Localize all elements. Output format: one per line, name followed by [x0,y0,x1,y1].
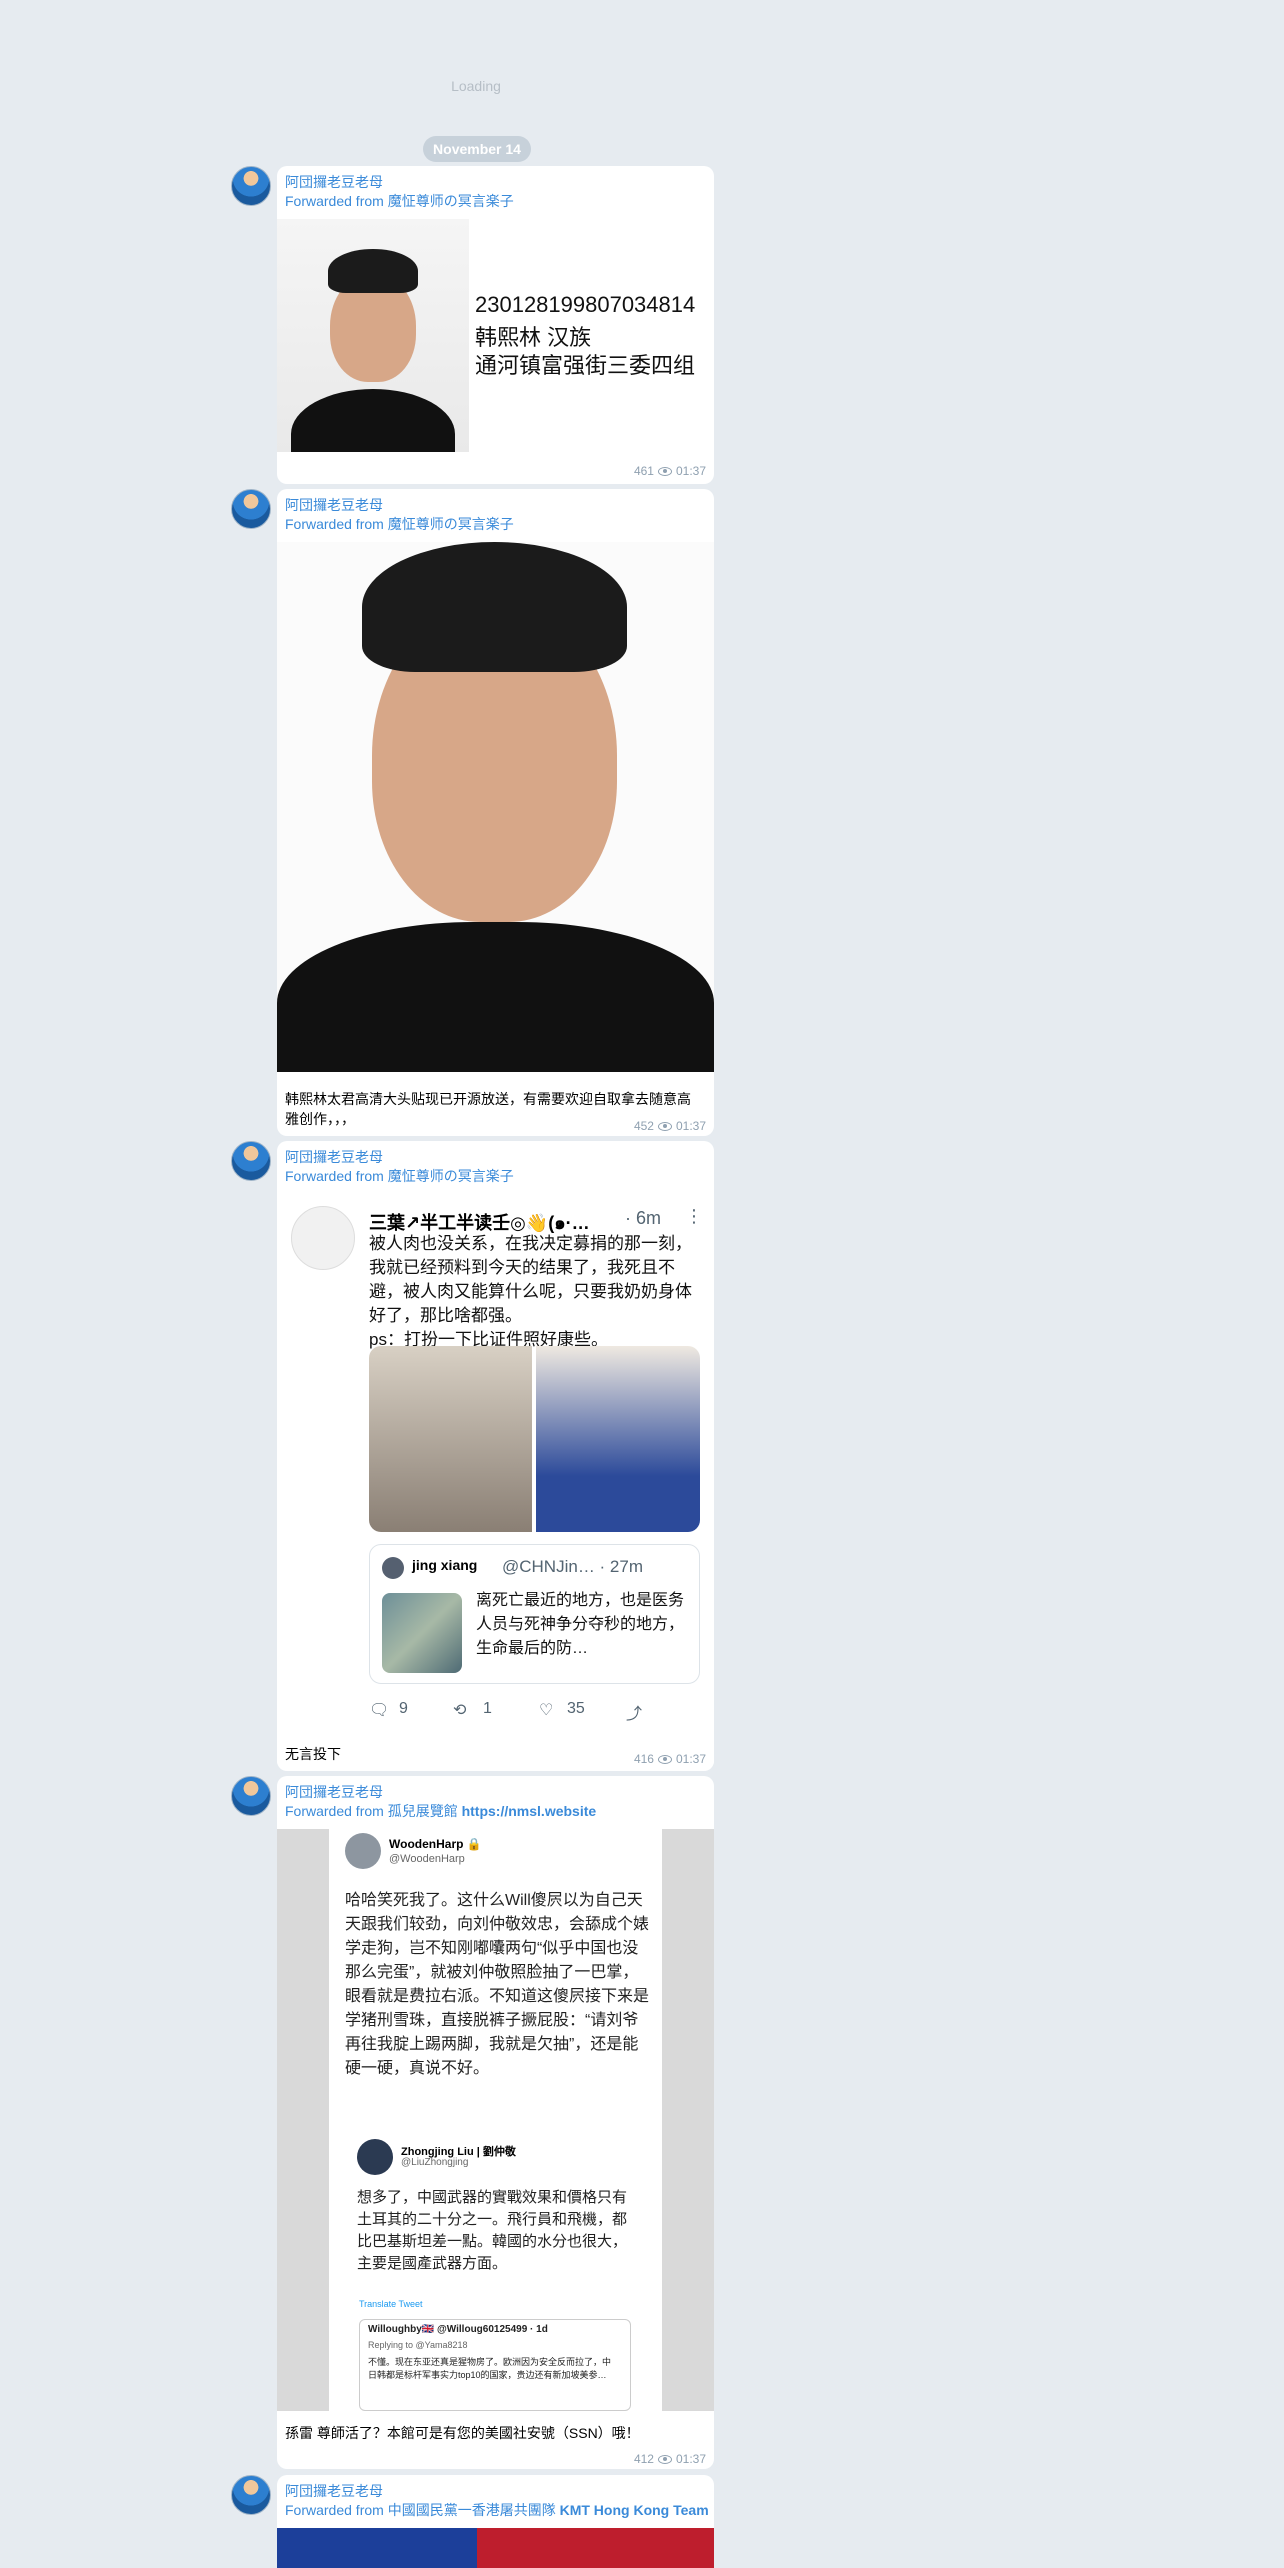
retweet-count: 1 [483,1700,492,1717]
forwarded-from: Forwarded from 魔怔尊师の冥言楽子 [285,514,514,534]
forwarded-label: Forwarded from [285,1803,388,1819]
screenshot-avatar [345,1833,381,1869]
tweet-image-right [536,1346,700,1532]
view-count: 452 [633,1119,654,1133]
tweet-text: 被人肉也没关系，在我决定募捐的那一刻，我就已经预料到今天的结果了，我死且不避，被… [369,1232,699,1352]
id-photo[interactable] [277,219,469,452]
message-time: 01:37 [675,464,706,478]
tweet-screenshot[interactable]: 三葉↗半工半读壬◎👋(๑·… · 6m ⋮ 被人肉也没关系，在我决定募捐的那一刻… [277,1194,714,1764]
quoted-tweet: jing xiang @CHNJin… · 27m 离死亡最近的地方，也是医务人… [369,1544,700,1684]
quote-thumbnail [382,1593,462,1673]
message-time: 01:37 [675,1119,706,1133]
forwarded-source-link[interactable]: 孤兒展覽館 [388,1803,458,1819]
tweet-time: · 6m [625,1208,661,1228]
forwarded-label: Forwarded from [285,193,388,209]
tweet-image-left [369,1346,532,1532]
forwarded-from: Forwarded from 魔怔尊师の冥言楽子 [285,1166,514,1186]
retweet-icon: ⟲ [453,1702,467,1719]
sender-name[interactable]: 阿団攞老豆老母 [285,495,383,515]
tweet-body: 被人肉也没关系，在我决定募捐的那一刻，我就已经预料到今天的结果了，我死且不避，被… [369,1234,692,1325]
sender-avatar[interactable] [231,166,271,206]
eye-icon [657,467,672,477]
message-bubble: 阿団攞老豆老母 Forwarded from 中國國民黨一香港屠共團隊 KMT … [277,2475,714,2568]
screenshot-handle: @WoodenHarp [389,1853,465,1865]
like-count: 35 [567,1700,585,1717]
sender-avatar[interactable] [231,489,271,529]
quote-avatar [382,1557,404,1579]
view-count: 461 [633,464,654,478]
eye-icon [657,2455,672,2465]
forwarded-from: Forwarded from 中國國民黨一香港屠共團隊 KMT Hong Kon… [285,2500,709,2520]
reply-count: 9 [399,1700,408,1717]
sender-name[interactable]: 阿団攞老豆老母 [285,1782,383,1802]
eye-icon [657,1755,672,1765]
date-separator: November 14 [423,136,531,162]
reply-text: 不懂。现在东亚还真是猩物房了。欧洲因为安全反而拉了，中日韩都是标杆军事实力top… [368,2357,612,2380]
forwarded-source-link[interactable]: 魔怔尊师の冥言楽子 [388,193,514,209]
screenshot-text: 哈哈笑死我了。这什么Will傻屄以为自己天天跟我们较劲，向刘仲敬效忠，会舔成个婊… [345,1892,650,2077]
message-time: 01:37 [675,1752,706,1766]
screenshot-handle: @LiuZhongjing [401,2157,469,2168]
forwarded-from: Forwarded from 魔怔尊师の冥言楽子 [285,191,514,211]
photo-text-address: 通河镇富强街三委四组 [475,353,696,378]
photo-text-id: 230128199807034814 [475,292,696,317]
quote-handle: @CHNJin… · 27m [502,1557,643,1576]
sender-name[interactable]: 阿団攞老豆老母 [285,2481,383,2501]
reply-icon: 🗨 [369,1702,390,1719]
message-meta: 461 01:37 [634,464,706,478]
tweet-avatar [291,1206,355,1270]
like-icon: ♡ [539,1702,554,1719]
message-bubble: 阿団攞老豆老母 Forwarded from 魔怔尊师の冥言楽子 三葉↗半工半读… [277,1141,714,1771]
forwarded-label: Forwarded from [285,516,388,532]
forwarded-link[interactable]: KMT Hong Kong Team [560,2502,709,2518]
share-icon: ⤴ [626,1706,643,1723]
screenshot-reply: Willoughby🇬🇧 @Willoug60125499 · 1d Reply… [359,2319,631,2411]
message-meta: 412 01:37 [634,2452,706,2466]
tweet-screenshot[interactable]: WoodenHarp 🔒 @WoodenHarp 哈哈笑死我了。这什么Will傻… [277,1829,714,2411]
message-bubble: 阿団攞老豆老母 Forwarded from 魔怔尊师の冥言楽子 韩熙林太君高清… [277,489,714,1136]
message-meta: 416 01:37 [634,1752,706,1766]
forwarded-label: Forwarded from [285,2502,388,2518]
reply-to: Replying to @Yama8218 [368,2340,468,2350]
forwarded-label: Forwarded from [285,1168,388,1184]
screenshot-author-name: WoodenHarp 🔒 [389,1837,482,1851]
translate-link: Translate Tweet [359,2299,423,2309]
forwarded-source-link[interactable]: 中國國民黨一香港屠共團隊 [388,2502,556,2518]
forwarded-link[interactable]: https://nmsl.website [462,1803,597,1819]
more-icon: ⋮ [685,1206,703,1226]
message-bubble: 阿団攞老豆老母 Forwarded from 魔怔尊师の冥言楽子 2301281… [277,166,714,484]
sender-avatar[interactable] [231,1776,271,1816]
reply-author: Willoughby🇬🇧 @Willoug60125499 · 1d [368,2324,548,2335]
screenshot-avatar [357,2139,393,2175]
sender-avatar[interactable] [231,1141,271,1181]
loading-indicator: Loading [451,78,501,94]
flag-image[interactable] [277,2528,714,2568]
message-meta: 452 01:37 [634,1119,706,1133]
quote-author-name: jing xiang [412,1557,478,1573]
sender-name[interactable]: 阿団攞老豆老母 [285,1147,383,1167]
sender-name[interactable]: 阿団攞老豆老母 [285,172,383,192]
message-caption: 孫雷 尊師活了？本館可是有您的美國社安號（SSN）哦！ [285,2425,640,2441]
screenshot-text: 想多了，中國武器的實戰效果和價格只有土耳其的二十分之一。飛行員和飛機，都比巴基斯… [357,2189,628,2272]
forwarded-from: Forwarded from 孤兒展覽館 https://nmsl.websit… [285,1801,596,1821]
message-bubble: 阿団攞老豆老母 Forwarded from 孤兒展覽館 https://nms… [277,1776,714,2469]
view-count: 412 [633,2452,654,2466]
tweet-images [369,1346,700,1532]
forwarded-source-link[interactable]: 魔怔尊师の冥言楽子 [388,516,514,532]
quote-text: 离死亡最近的地方，也是医务人员与死神争分夺秒的地方，生命最后的防… [476,1592,685,1657]
sender-avatar[interactable] [231,2475,271,2515]
message-time: 01:37 [675,2452,706,2466]
portrait-photo[interactable] [277,542,714,1072]
screenshot-content: WoodenHarp 🔒 @WoodenHarp 哈哈笑死我了。这什么Will傻… [329,1829,662,2411]
eye-icon [657,1122,672,1132]
flag-canton [277,2528,477,2568]
message-caption: 无言投下 [285,1746,341,1762]
forwarded-source-link[interactable]: 魔怔尊师の冥言楽子 [388,1168,514,1184]
view-count: 416 [633,1752,654,1766]
